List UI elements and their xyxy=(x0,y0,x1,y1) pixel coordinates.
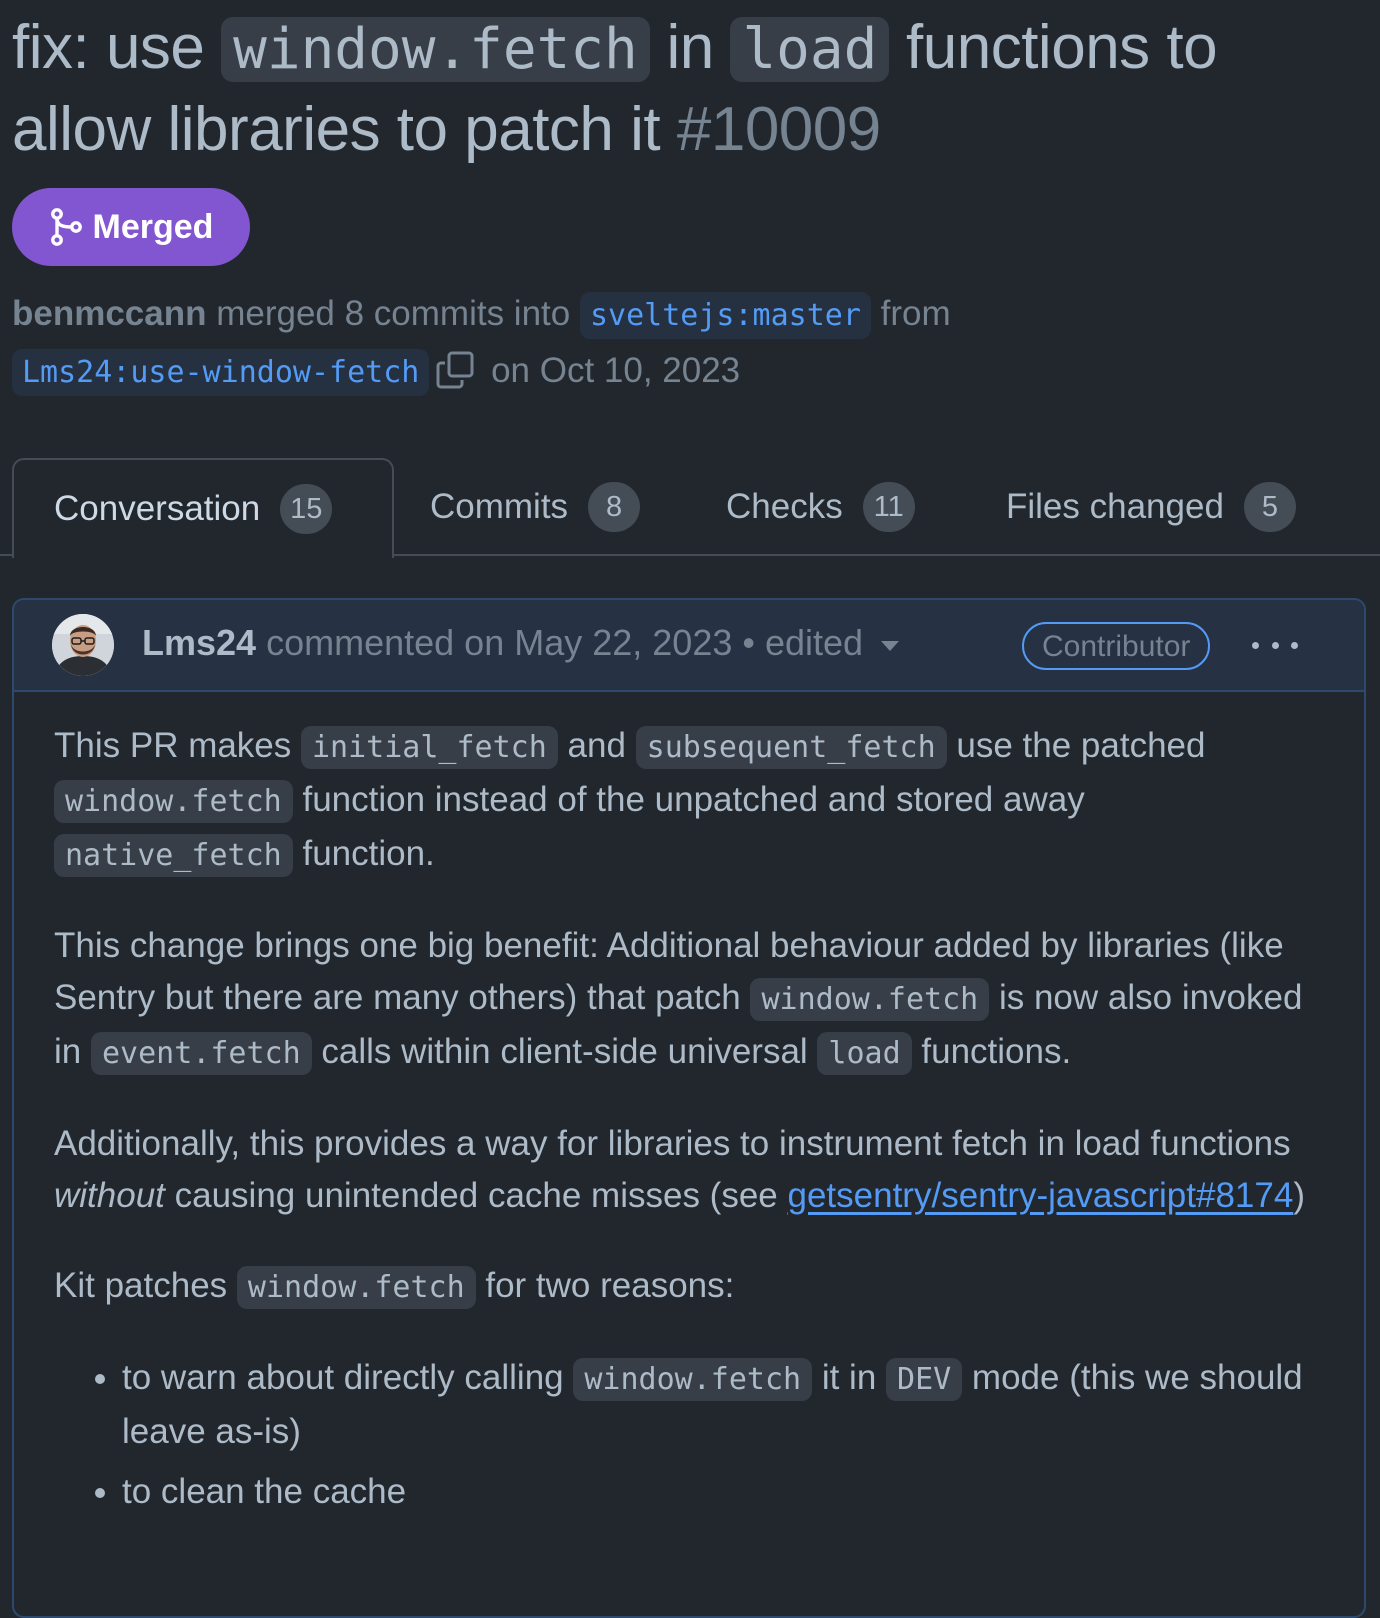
tab-label: Commits xyxy=(430,487,569,526)
tab-commits[interactable]: Commits 8 xyxy=(430,458,641,556)
text: use the patched xyxy=(946,726,1206,765)
pr-merge-summary: benmccann merged 8 commits into sveltejs… xyxy=(12,286,1352,406)
tab-conversation[interactable]: Conversation 15 xyxy=(12,458,394,558)
paragraph: This change brings one big benefit: Addi… xyxy=(54,920,1324,1080)
merge-date: on Oct 10, 2023 xyxy=(481,351,741,390)
merge-text: from xyxy=(870,294,951,333)
list-item: to warn about directly calling window.fe… xyxy=(122,1352,1324,1458)
avatar[interactable] xyxy=(52,614,114,676)
comment-timestamp[interactable]: commented on May 22, 2023 xyxy=(256,622,732,663)
tab-counter: 5 xyxy=(1243,482,1296,532)
merged-status-label: Merged xyxy=(92,207,214,246)
tab-checks[interactable]: Checks 11 xyxy=(726,458,915,556)
tab-counter: 11 xyxy=(862,482,915,532)
text: Additionally, this provides a way for li… xyxy=(54,1124,1291,1163)
inline-code: load xyxy=(817,1032,912,1075)
pr-title-code: load xyxy=(730,17,890,82)
git-merge-icon xyxy=(49,208,83,246)
text: function instead of the unpatched and st… xyxy=(292,780,1085,819)
tab-counter: 15 xyxy=(280,484,333,534)
triangle-down-icon xyxy=(881,641,900,651)
text: to clean the cache xyxy=(122,1472,407,1511)
tab-files-changed[interactable]: Files changed 5 xyxy=(1006,458,1296,556)
comment-meta: Lms24 commented on May 22, 2023 • edited xyxy=(142,618,900,668)
pr-title-code: window.fetch xyxy=(221,17,650,82)
pr-number: #10009 xyxy=(676,95,881,164)
tab-counter: 8 xyxy=(588,482,641,532)
merge-text: merged 8 commits into xyxy=(206,294,580,333)
inline-code: DEV xyxy=(886,1358,963,1401)
comment-body: This PR makes initial_fetch and subseque… xyxy=(14,692,1364,1518)
pr-title: fix: use window.fetch in load functions … xyxy=(12,8,1352,170)
inline-code: window.fetch xyxy=(750,978,990,1021)
pr-tab-nav: Conversation 15 Commits 8 Checks 11 File… xyxy=(0,458,1380,558)
pr-title-text: fix: use xyxy=(12,13,222,82)
tab-label: Checks xyxy=(726,487,843,526)
inline-code: window.fetch xyxy=(54,780,293,823)
paragraph: Kit patches window.fetch for two reasons… xyxy=(54,1260,1324,1314)
comment-header: Lms24 commented on May 22, 2023 • edited… xyxy=(14,600,1364,692)
contributor-badge: Contributor xyxy=(1022,622,1211,670)
text: This PR makes xyxy=(54,726,301,765)
pr-title-text: in xyxy=(649,13,731,82)
inline-code: event.fetch xyxy=(90,1032,312,1075)
separator: • xyxy=(732,622,765,663)
text: causing unintended cache misses (see xyxy=(164,1176,788,1215)
text: calls within client-side universal xyxy=(311,1032,818,1071)
text: function. xyxy=(292,834,435,873)
tab-label: Conversation xyxy=(54,489,261,528)
merged-status-badge: Merged xyxy=(12,188,250,266)
inline-code: subsequent_fetch xyxy=(635,726,947,769)
paragraph: This PR makes initial_fetch and subseque… xyxy=(54,720,1324,882)
pr-description-comment: Lms24 commented on May 22, 2023 • edited… xyxy=(12,598,1366,1618)
base-branch-link[interactable]: sveltejs:master xyxy=(579,292,871,339)
text: and xyxy=(557,726,636,765)
comment-author-link[interactable]: Lms24 xyxy=(142,622,256,663)
kebab-horizontal-icon[interactable] xyxy=(1252,622,1298,668)
text: it in xyxy=(812,1358,887,1397)
paragraph: Additionally, this provides a way for li… xyxy=(54,1118,1324,1222)
emphasis: without xyxy=(54,1176,165,1215)
edited-dropdown[interactable]: edited xyxy=(764,622,900,663)
text: for two reasons: xyxy=(475,1266,735,1305)
text: functions. xyxy=(911,1032,1072,1071)
inline-code: native_fetch xyxy=(54,834,293,877)
text: to warn about directly calling xyxy=(122,1358,574,1397)
bullet-list: to warn about directly calling window.fe… xyxy=(54,1352,1324,1518)
inline-code: initial_fetch xyxy=(301,726,558,769)
head-branch-link[interactable]: Lms24:use-window-fetch xyxy=(12,349,430,396)
inline-code: window.fetch xyxy=(573,1358,813,1401)
text: ) xyxy=(1293,1176,1305,1215)
inline-code: window.fetch xyxy=(236,1266,476,1309)
issue-reference-link[interactable]: getsentry/sentry-javascript#8174 xyxy=(788,1176,1294,1215)
tab-label: Files changed xyxy=(1006,487,1224,526)
edited-label: edited xyxy=(764,622,864,663)
merger-username-link[interactable]: benmccann xyxy=(12,294,207,333)
text: Kit patches xyxy=(54,1266,237,1305)
copy-icon[interactable] xyxy=(435,350,475,406)
list-item: to clean the cache xyxy=(122,1466,1324,1518)
